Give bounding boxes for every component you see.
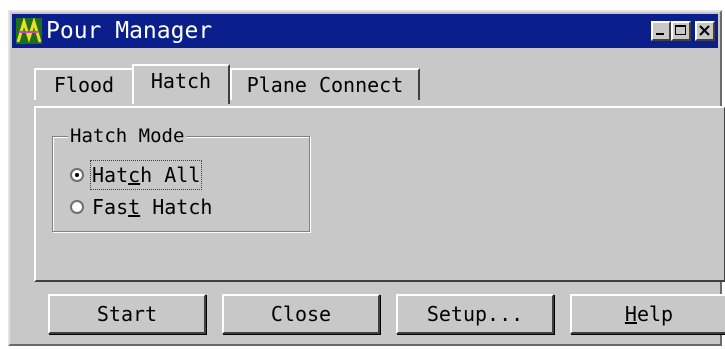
pour-manager-window: Pour Manager Flood Hatch Plane Connect H… <box>8 10 725 346</box>
hatch-mode-label: Hatch Mode <box>68 124 187 148</box>
help-button[interactable]: Help <box>570 294 725 334</box>
tab-plane-connect-label: Plane Connect <box>246 73 404 97</box>
radio-hatch-all-label: Hatch All <box>89 160 203 190</box>
maximize-icon[interactable] <box>671 21 691 41</box>
hatch-tab-panel: Hatch Mode Hatch All Fast Hatch <box>34 106 725 282</box>
close-icon[interactable] <box>695 21 715 41</box>
radio-fast-hatch-label: Fast Hatch <box>92 195 213 219</box>
title-bar[interactable]: Pour Manager <box>12 14 718 48</box>
radio-unselected-icon[interactable] <box>70 200 84 214</box>
start-button[interactable]: Start <box>48 294 206 334</box>
tab-flood[interactable]: Flood <box>34 68 134 100</box>
tab-flood-label: Flood <box>53 73 115 97</box>
tab-plane-connect[interactable]: Plane Connect <box>230 68 420 100</box>
window-title: Pour Manager <box>46 18 213 44</box>
minimize-icon[interactable] <box>651 21 671 41</box>
close-button[interactable]: Close <box>222 294 380 334</box>
tab-hatch-label: Hatch <box>150 69 212 93</box>
app-icon[interactable] <box>16 18 42 44</box>
tab-hatch[interactable]: Hatch <box>132 64 230 104</box>
radio-dot-icon <box>75 173 79 177</box>
setup-button[interactable]: Setup... <box>396 294 554 334</box>
radio-selected-icon[interactable] <box>70 168 84 182</box>
